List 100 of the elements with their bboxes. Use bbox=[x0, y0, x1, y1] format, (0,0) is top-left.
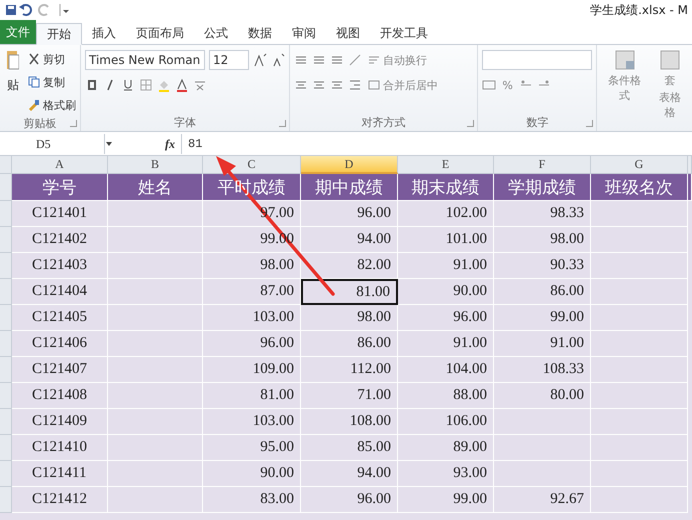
select-all-corner[interactable] bbox=[0, 156, 12, 174]
table-cell: 109.00 bbox=[203, 357, 301, 383]
table-cell: 89.00 bbox=[398, 435, 494, 461]
column-header[interactable]: D bbox=[301, 156, 398, 174]
dialog-launcher-icon[interactable] bbox=[467, 120, 474, 127]
ribbon-tab[interactable]: 审阅 bbox=[282, 22, 326, 44]
table-cell: 90.00 bbox=[203, 461, 301, 487]
column-header[interactable]: C bbox=[203, 156, 301, 174]
ribbon-tab[interactable]: 数据 bbox=[238, 22, 282, 44]
table-cell: C121411 bbox=[12, 461, 108, 487]
table-cell: C121403 bbox=[12, 253, 108, 279]
table-cell: 104.00 bbox=[398, 357, 494, 383]
column-header[interactable]: F bbox=[494, 156, 591, 174]
table-cell: C121401 bbox=[12, 201, 108, 227]
bold-icon[interactable] bbox=[85, 78, 99, 92]
table-cell: 82.00 bbox=[301, 253, 398, 279]
ribbon-tab[interactable]: 插入 bbox=[82, 22, 126, 44]
table-cell: 80.00 bbox=[494, 383, 591, 409]
number-format-field[interactable] bbox=[482, 50, 592, 70]
save-icon[interactable] bbox=[4, 3, 18, 17]
header-cell: 姓名 bbox=[108, 174, 203, 201]
underline-icon[interactable] bbox=[121, 78, 135, 92]
paintbrush-icon bbox=[28, 99, 40, 111]
grow-font-icon[interactable] bbox=[253, 53, 267, 67]
table-cell: 94.00 bbox=[301, 461, 398, 487]
table-cell: 93.00 bbox=[398, 461, 494, 487]
header-cell: 学期成绩 bbox=[494, 174, 591, 201]
table-cell: 86.00 bbox=[494, 279, 591, 305]
row-header[interactable] bbox=[0, 409, 12, 435]
row-header[interactable] bbox=[0, 435, 12, 461]
row-header[interactable] bbox=[0, 201, 12, 227]
format-painter-button[interactable]: 格式刷 bbox=[26, 95, 78, 115]
table-cell: 83.00 bbox=[203, 487, 301, 513]
conditional-formatting-icon bbox=[614, 49, 636, 71]
orientation-icon[interactable] bbox=[348, 53, 362, 67]
row-header[interactable] bbox=[0, 357, 12, 383]
table-cell: 103.00 bbox=[203, 409, 301, 435]
table-cell: C121405 bbox=[12, 305, 108, 331]
header-cell bbox=[688, 174, 692, 201]
header-cell: 期中成绩 bbox=[301, 174, 398, 201]
header-cell: 期末成绩 bbox=[398, 174, 494, 201]
column-header[interactable]: E bbox=[398, 156, 494, 174]
ribbon-tab[interactable]: 公式 bbox=[194, 22, 238, 44]
table-cell: 103.00 bbox=[203, 305, 301, 331]
table-cell: C121407 bbox=[12, 357, 108, 383]
column-header[interactable]: G bbox=[591, 156, 688, 174]
table-cell: C121409 bbox=[12, 409, 108, 435]
dialog-launcher-icon[interactable] bbox=[70, 120, 77, 127]
table-cell: 98.00 bbox=[301, 305, 398, 331]
table-cell: 101.00 bbox=[398, 227, 494, 253]
column-header[interactable]: A bbox=[12, 156, 108, 174]
ribbon-tab[interactable]: 页面布局 bbox=[126, 22, 194, 44]
merge-cells-icon bbox=[368, 79, 380, 91]
row-header[interactable] bbox=[0, 174, 12, 201]
font-size-field[interactable]: 12 bbox=[209, 50, 249, 70]
column-header[interactable]: B bbox=[108, 156, 203, 174]
file-menu-tab[interactable]: 文件 bbox=[0, 20, 36, 44]
insert-function-button[interactable]: fx bbox=[165, 136, 175, 152]
indent-icon[interactable] bbox=[348, 78, 362, 92]
currency-icon[interactable] bbox=[482, 78, 496, 92]
fill-color-icon[interactable] bbox=[157, 78, 171, 92]
dialog-launcher-icon[interactable] bbox=[586, 120, 594, 127]
shrink-font-icon[interactable] bbox=[271, 53, 285, 67]
ribbon-tab[interactable]: 视图 bbox=[326, 22, 370, 44]
row-header[interactable] bbox=[0, 279, 12, 305]
row-header[interactable] bbox=[0, 227, 12, 253]
ribbon-tab[interactable]: 开发工具 bbox=[370, 22, 438, 44]
row-header[interactable] bbox=[0, 331, 12, 357]
table-cell: C121402 bbox=[12, 227, 108, 253]
row-header[interactable] bbox=[0, 383, 12, 409]
group-label: 字体 bbox=[81, 113, 289, 131]
row-header[interactable] bbox=[0, 487, 12, 513]
row-header[interactable] bbox=[0, 253, 12, 279]
ribbon-tab[interactable]: 开始 bbox=[36, 23, 82, 45]
cut-button[interactable]: 剪切 bbox=[26, 49, 78, 69]
paste-button[interactable]: 贴 bbox=[4, 49, 22, 115]
name-box[interactable]: D5 bbox=[0, 134, 105, 154]
table-cell: 106.00 bbox=[398, 409, 494, 435]
header-cell: 班级名次 bbox=[591, 174, 688, 201]
row-header[interactable] bbox=[0, 305, 12, 331]
table-cell: 85.00 bbox=[301, 435, 398, 461]
table-cell: 99.00 bbox=[398, 487, 494, 513]
table-cell: 91.00 bbox=[398, 331, 494, 357]
table-style-icon bbox=[658, 49, 681, 71]
table-cell: 91.00 bbox=[398, 253, 494, 279]
table-cell: 94.00 bbox=[301, 227, 398, 253]
font-color-icon[interactable] bbox=[175, 78, 189, 92]
table-cell: 98.33 bbox=[494, 201, 591, 227]
table-cell: C121410 bbox=[12, 435, 108, 461]
row-header[interactable] bbox=[0, 461, 12, 487]
column-header[interactable] bbox=[688, 156, 692, 174]
table-cell: 99.00 bbox=[494, 305, 591, 331]
font-name-field[interactable]: Times New Roman bbox=[85, 50, 205, 70]
table-cell: 96.00 bbox=[398, 305, 494, 331]
dialog-launcher-icon[interactable] bbox=[279, 120, 286, 127]
customize-toolbar-icon[interactable] bbox=[58, 3, 70, 17]
table-cell: 90.00 bbox=[398, 279, 494, 305]
table-cell: 112.00 bbox=[301, 357, 398, 383]
formula-field[interactable]: 81 bbox=[181, 134, 692, 154]
copy-button[interactable]: 复制 bbox=[26, 72, 78, 92]
